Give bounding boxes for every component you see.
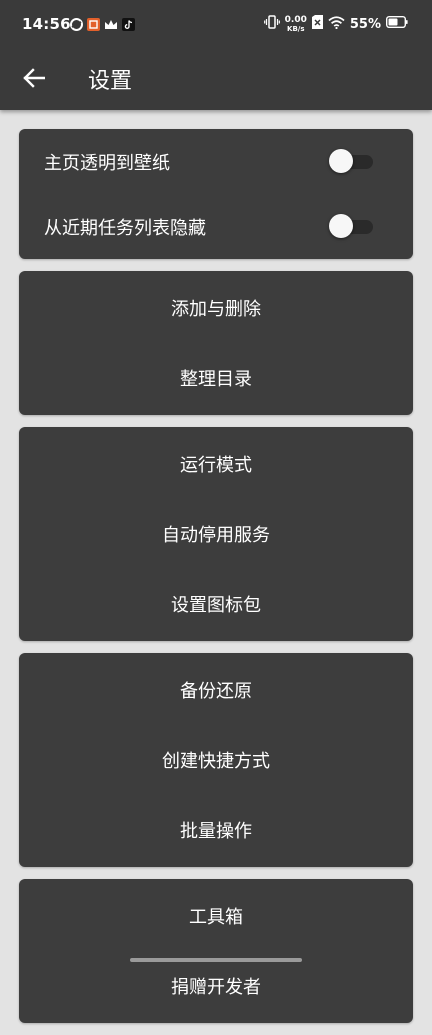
vibrate-icon [263, 15, 280, 33]
menu-item-batch-operation[interactable]: 批量操作 [19, 795, 413, 865]
status-bar: 14:56 0.00 KB/s 55% [0, 0, 432, 50]
app-badge-icon [87, 17, 100, 35]
switch-thumb [329, 213, 353, 238]
menu-item-organize-folders[interactable]: 整理目录 [19, 343, 413, 413]
transparent-wallpaper-switch[interactable] [329, 148, 373, 173]
battery-percent: 55% [349, 16, 381, 32]
menu-card-service: 运行模式 自动停用服务 设置图标包 [19, 427, 413, 641]
menu-item-run-mode[interactable]: 运行模式 [19, 429, 413, 499]
arrow-left-icon [23, 68, 45, 88]
menu-item-backup-restore[interactable]: 备份还原 [19, 655, 413, 725]
toolbar: 设置 [0, 50, 432, 106]
toggle-label: 从近期任务列表隐藏 [44, 217, 206, 239]
settings-list: 主页透明到壁纸 从近期任务列表隐藏 添加与删除 整理目录 运行模式 自动停用服务… [19, 129, 413, 1035]
wifi-icon [328, 15, 345, 33]
notification-icons [70, 17, 135, 35]
sync-app-icon [70, 17, 83, 35]
net-speed-value: 0.00 [284, 14, 307, 25]
tiktok-icon [122, 17, 135, 35]
menu-item-auto-disable-service[interactable]: 自动停用服务 [19, 499, 413, 569]
no-sim-icon [311, 15, 323, 33]
menu-item-add-remove[interactable]: 添加与删除 [19, 273, 413, 343]
battery-icon [385, 15, 408, 32]
toggle-label: 主页透明到壁纸 [44, 152, 170, 174]
net-speed-unit: KB/s [287, 24, 305, 33]
menu-card-manage: 添加与删除 整理目录 [19, 271, 413, 415]
back-button[interactable] [18, 62, 50, 94]
switch-thumb [329, 148, 353, 173]
status-right-icons: 0.00 KB/s 55% [263, 14, 408, 33]
toggle-row-transparent-wallpaper[interactable]: 主页透明到壁纸 [19, 129, 413, 194]
crown-icon [104, 17, 118, 35]
status-time: 14:56 [22, 15, 71, 33]
menu-card-backup: 备份还原 创建快捷方式 批量操作 [19, 653, 413, 867]
menu-item-icon-pack[interactable]: 设置图标包 [19, 569, 413, 639]
menu-card-tools: 工具箱 捐赠开发者 [19, 879, 413, 1023]
toggle-row-hide-recents[interactable]: 从近期任务列表隐藏 [19, 194, 413, 259]
hide-recents-switch[interactable] [329, 213, 373, 238]
page-title: 设置 [88, 69, 133, 94]
toggle-card: 主页透明到壁纸 从近期任务列表隐藏 [19, 129, 413, 259]
menu-item-create-shortcut[interactable]: 创建快捷方式 [19, 725, 413, 795]
menu-item-toolbox[interactable]: 工具箱 [19, 881, 413, 951]
app-bar: 14:56 0.00 KB/s 55% 设置 [0, 0, 432, 110]
scroll-indicator [130, 958, 302, 962]
net-speed: 0.00 KB/s [284, 14, 307, 33]
